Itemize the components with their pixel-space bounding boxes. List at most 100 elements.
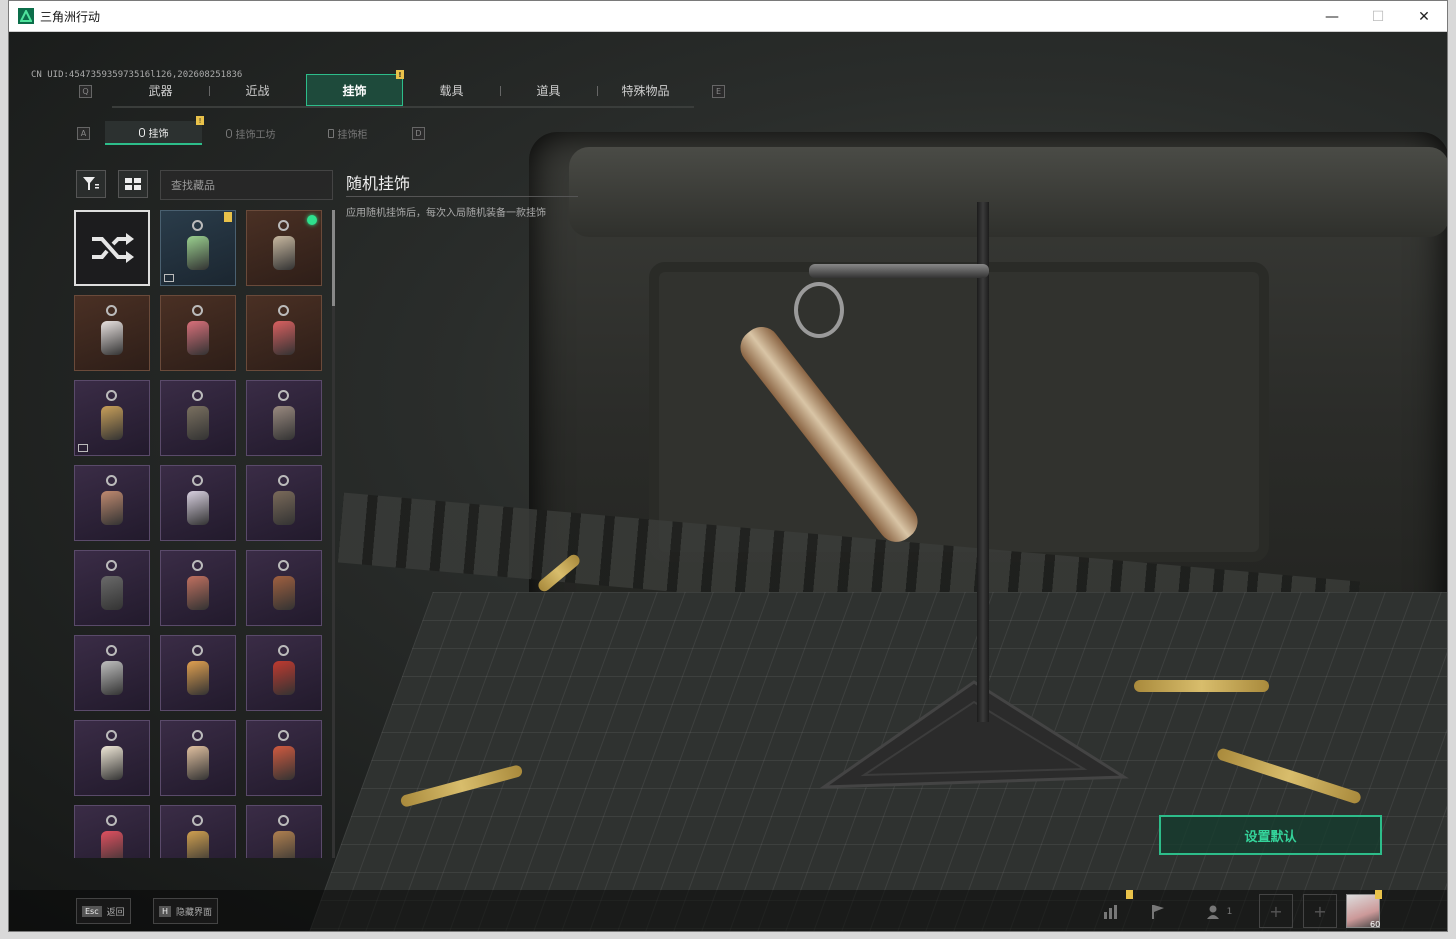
charm-thumbnail [97, 730, 127, 786]
charm-thumbnail [269, 560, 299, 616]
charm-slot[interactable] [246, 805, 322, 858]
charm-thumbnail [97, 560, 127, 616]
charm-thumbnail [97, 475, 127, 531]
subtab-0[interactable]: 挂饰! [105, 116, 204, 145]
keyring [794, 282, 844, 338]
charm-slot[interactable] [74, 465, 150, 541]
party-slot-2[interactable]: + [1303, 894, 1337, 928]
back-label: 返回 [106, 907, 125, 918]
new-badge [224, 212, 232, 222]
subtab-label: 挂饰 [148, 128, 169, 140]
tab-2[interactable]: 挂饰! [306, 70, 404, 106]
charm-slot[interactable] [246, 550, 322, 626]
esc-key: Esc [82, 905, 102, 917]
stand-base [819, 680, 1129, 789]
charm-slot[interactable] [246, 295, 322, 371]
charm-slot[interactable] [74, 295, 150, 371]
hide-ui-label: 隐藏界面 [176, 907, 213, 918]
friends-count: 1 [1226, 907, 1233, 917]
shuffle-icon [92, 233, 134, 263]
sub-tab-bar: A 挂饰! 挂饰工坊 挂饰柜 D [77, 116, 425, 145]
party-slot-1[interactable]: + [1259, 894, 1293, 928]
charm-thumbnail [269, 220, 299, 276]
background-crate-panel [649, 262, 1269, 562]
stats-badge [1126, 890, 1133, 899]
charm-slot[interactable] [160, 550, 236, 626]
charm-slot[interactable] [160, 210, 236, 286]
filter-button[interactable] [76, 170, 106, 198]
charm-slot[interactable] [160, 720, 236, 796]
scrollbar-thumb[interactable] [332, 210, 335, 306]
charm-slot[interactable] [74, 720, 150, 796]
charm-thumbnail [269, 645, 299, 701]
charm-slot[interactable] [74, 550, 150, 626]
grid-view-button[interactable] [118, 170, 148, 198]
charm-thumbnail [183, 475, 213, 531]
charm-slot[interactable] [160, 380, 236, 456]
key-hint-d[interactable]: D [412, 126, 425, 140]
detail-title: 随机挂饰 [346, 174, 411, 193]
charm-thumbnail [269, 815, 299, 858]
charm-thumbnail [269, 475, 299, 531]
charm-slot[interactable] [74, 635, 150, 711]
charm-slot[interactable] [246, 380, 322, 456]
game-window: 三角洲行动 — ☐ ✕ CN UID:454735935973516l126,2… [8, 0, 1448, 932]
subtab-label: 挂饰柜 [337, 129, 368, 141]
charm-slot[interactable] [160, 295, 236, 371]
detail-divider [346, 196, 578, 197]
grid-view-icon [125, 178, 141, 190]
random-charm-slot[interactable] [74, 210, 150, 286]
friends-button[interactable]: 1 [1199, 898, 1239, 926]
stand-arm [809, 264, 989, 278]
stats-icon[interactable] [1096, 898, 1126, 926]
close-button[interactable]: ✕ [1401, 1, 1447, 32]
h-key: H [159, 905, 172, 917]
key-hint-e[interactable]: E [712, 84, 725, 98]
tab-4[interactable]: 道具 [500, 74, 597, 106]
charm-slot[interactable] [246, 635, 322, 711]
set-default-button[interactable]: 设置默认 [1159, 815, 1382, 855]
charm-thumbnail [183, 560, 213, 616]
image-icon [164, 274, 174, 282]
top-tab-bar: Q 武器 近战 挂饰! 载具 道具 特殊物品 E [79, 70, 725, 108]
charm-slot[interactable] [246, 210, 322, 286]
charm-thumbnail [269, 730, 299, 786]
tab-0[interactable]: 武器 [112, 74, 209, 106]
charm-slot[interactable] [246, 720, 322, 796]
player-level: 60 [1370, 920, 1381, 929]
search-input[interactable]: 查找藏品 [160, 170, 333, 200]
charm-slot[interactable] [246, 465, 322, 541]
detail-description: 应用随机挂饰后，每次入局随机装备一款挂饰 [346, 208, 546, 219]
key-hint-q[interactable]: Q [79, 84, 92, 98]
equipped-indicator [307, 215, 317, 225]
app-logo-icon [18, 8, 34, 24]
image-icon [78, 444, 88, 452]
charm-slot[interactable] [74, 805, 150, 858]
charm-slot[interactable] [160, 635, 236, 711]
grid-scrollbar[interactable] [332, 210, 335, 858]
background-crate-lid [569, 147, 1447, 237]
maximize-button[interactable]: ☐ [1355, 1, 1401, 32]
charm-slot[interactable] [74, 380, 150, 456]
tab-1[interactable]: 近战 [209, 74, 306, 106]
back-hint[interactable]: Esc 返回 [76, 898, 131, 924]
friends-icon [1206, 905, 1219, 919]
subtab-1[interactable]: 挂饰工坊 [202, 121, 299, 145]
charm-thumbnail [183, 305, 213, 361]
charm-thumbnail [183, 220, 213, 276]
tab-5[interactable]: 特殊物品 [597, 74, 694, 106]
subtab-2[interactable]: 挂饰柜 [299, 121, 396, 145]
flag-icon[interactable] [1143, 898, 1173, 926]
tab-label: 载具 [439, 83, 464, 98]
charm-icon [225, 128, 232, 138]
key-hint-a[interactable]: A [77, 126, 90, 140]
hide-ui-hint[interactable]: H 隐藏界面 [153, 898, 219, 924]
charm-slot[interactable] [160, 465, 236, 541]
stand-pole [977, 202, 989, 722]
game-viewport: CN UID:454735935973516l126,202608251836 … [9, 32, 1447, 931]
charm-slot[interactable] [160, 805, 236, 858]
avatar-badge [1375, 890, 1382, 899]
charm-thumbnail [269, 390, 299, 446]
minimize-button[interactable]: — [1309, 1, 1355, 32]
tab-3[interactable]: 载具 [403, 74, 500, 106]
